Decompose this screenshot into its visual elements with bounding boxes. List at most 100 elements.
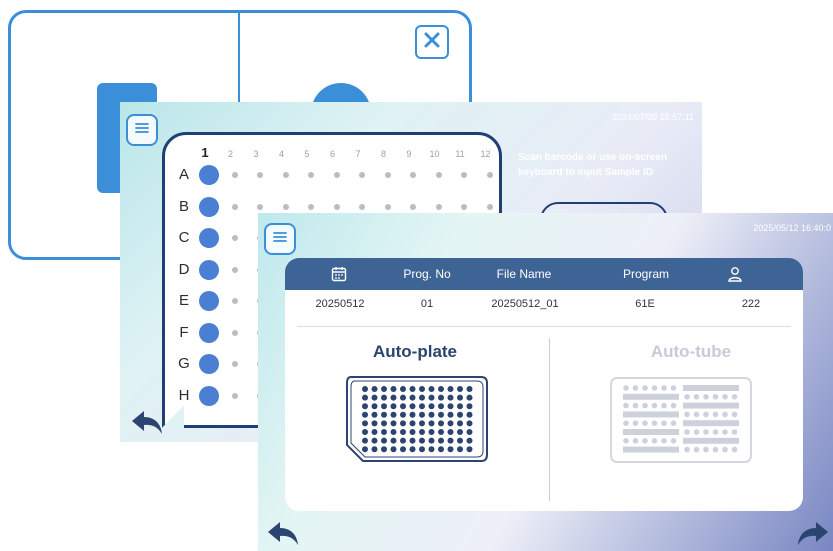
plate-icon-well <box>409 386 416 392</box>
plate-icon-well <box>371 446 378 453</box>
auto-tube-button[interactable] <box>609 376 753 464</box>
well-D2[interactable] <box>231 266 238 273</box>
plate-icon-well <box>438 386 444 392</box>
plate-icon-well <box>390 386 397 392</box>
plate-icon-well <box>362 403 368 410</box>
plate-icon-well <box>362 429 368 435</box>
plate-column-1: 1 <box>201 145 209 160</box>
plate-icon-well <box>400 420 406 427</box>
tube-well <box>693 394 700 400</box>
plate-icon-well <box>428 403 435 410</box>
well-B3[interactable] <box>257 203 263 210</box>
tube-well <box>632 402 639 409</box>
well-H1[interactable] <box>199 385 219 406</box>
mode-divider <box>549 338 550 501</box>
auto-plate-button[interactable] <box>345 375 489 463</box>
plate-icon-well <box>390 420 397 427</box>
auto-plate-label[interactable]: Auto-plate <box>325 342 505 362</box>
run-info-card: Prog. No File Name Program 20250512 01 2… <box>285 258 803 511</box>
well-A6[interactable] <box>333 172 340 178</box>
well-F2[interactable] <box>231 329 238 336</box>
plate-icon-well <box>362 437 368 444</box>
plate-icon-well <box>409 446 416 453</box>
plate-icon-well <box>447 437 454 444</box>
well-A1[interactable] <box>199 165 219 185</box>
cell-prog-no[interactable]: 01 <box>407 298 447 310</box>
auto-tube-label[interactable]: Auto-tube <box>601 342 781 362</box>
back-arrow-icon[interactable] <box>130 408 164 436</box>
well-F1[interactable] <box>199 322 219 343</box>
menu-button[interactable] <box>126 114 158 146</box>
plate-icon-well <box>457 420 463 427</box>
plate-icon-well <box>457 394 463 401</box>
well-A2[interactable] <box>231 172 238 178</box>
menu-button[interactable] <box>264 223 296 255</box>
tube-well <box>703 411 709 418</box>
tube-well <box>684 411 690 418</box>
tube-well <box>632 438 639 444</box>
well-A12[interactable] <box>486 172 493 178</box>
well-A5[interactable] <box>308 172 314 178</box>
plate-icon-well <box>438 429 444 435</box>
well-B8[interactable] <box>384 203 391 210</box>
tube-strip <box>623 446 679 453</box>
timestamp: 2025/05/12 16:40:0 <box>753 223 831 233</box>
well-A8[interactable] <box>384 172 391 178</box>
plate-icon-well <box>419 429 425 435</box>
well-C1[interactable] <box>199 228 219 248</box>
hamburger-menu-icon <box>273 230 287 248</box>
row-divider <box>297 326 791 327</box>
well-E1[interactable] <box>199 291 219 311</box>
well-G2[interactable] <box>231 361 238 367</box>
plate-icon-well <box>381 446 387 453</box>
tube-well <box>703 446 709 453</box>
well-B12[interactable] <box>486 203 493 210</box>
well-B2[interactable] <box>231 203 238 210</box>
well-H2[interactable] <box>231 392 238 399</box>
tube-well <box>661 438 667 444</box>
well-A7[interactable] <box>359 172 365 178</box>
plate-column-6: 6 <box>329 149 335 159</box>
well-A9[interactable] <box>410 172 416 178</box>
well-B6[interactable] <box>333 203 340 210</box>
close-button[interactable] <box>415 25 449 59</box>
tube-well <box>670 420 677 426</box>
plate-icon-well <box>390 403 397 410</box>
plate-icon-well <box>447 411 454 418</box>
plate-icon-well <box>371 420 378 427</box>
forward-arrow-icon[interactable] <box>796 519 830 547</box>
back-arrow-icon[interactable] <box>266 519 300 547</box>
well-B11[interactable] <box>461 203 467 210</box>
well-A11[interactable] <box>461 172 467 178</box>
well-B1[interactable] <box>199 196 219 217</box>
well-C2[interactable] <box>231 235 238 241</box>
tube-well <box>642 402 648 409</box>
tube-well <box>731 429 738 435</box>
well-A10[interactable] <box>435 172 442 178</box>
well-B7[interactable] <box>359 203 365 210</box>
well-E2[interactable] <box>231 298 238 304</box>
plate-icon-well <box>438 437 444 444</box>
plate-icon-well <box>466 411 473 418</box>
tube-well <box>623 402 629 409</box>
well-D1[interactable] <box>199 259 219 280</box>
well-B9[interactable] <box>410 203 416 210</box>
well-A3[interactable] <box>257 172 263 178</box>
cell-date[interactable]: 20250512 <box>305 298 375 310</box>
tube-well <box>632 420 639 426</box>
cell-file-name[interactable]: 20250512_01 <box>477 298 573 310</box>
cell-program[interactable]: 61E <box>625 298 665 310</box>
plate-icon-well <box>371 403 378 410</box>
tube-well <box>661 420 667 426</box>
plate-icon-well <box>419 437 425 444</box>
well-B5[interactable] <box>308 203 314 210</box>
plate-icon-well <box>457 437 463 444</box>
cell-user[interactable]: 222 <box>731 298 771 310</box>
plate-icon-well <box>466 386 473 392</box>
tube-strip <box>623 411 679 418</box>
well-B4[interactable] <box>282 203 289 210</box>
tube-well <box>651 385 658 391</box>
well-B10[interactable] <box>435 203 442 210</box>
well-A4[interactable] <box>282 172 289 178</box>
well-G1[interactable] <box>199 354 219 374</box>
